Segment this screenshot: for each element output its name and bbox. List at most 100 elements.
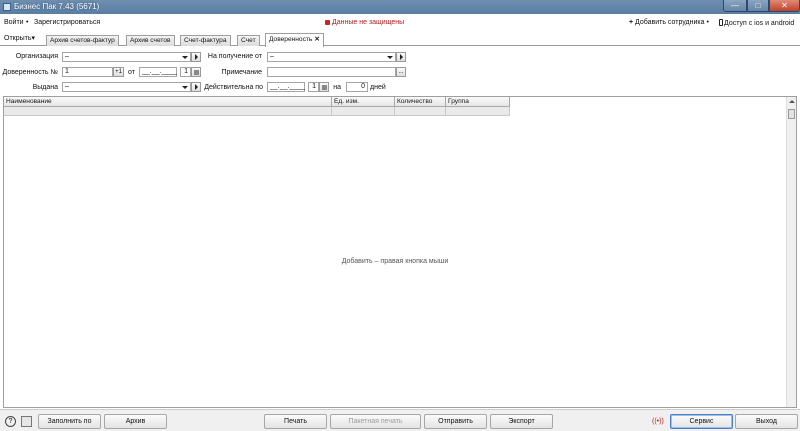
issued-open-button[interactable] bbox=[191, 82, 201, 92]
save-icon[interactable] bbox=[21, 416, 32, 427]
maximize-icon: □ bbox=[755, 1, 761, 10]
org-open-button[interactable] bbox=[191, 52, 201, 62]
title-bar: Бизнес Пак 7.43 (5671) — □ ✕ bbox=[0, 0, 800, 14]
arrow-right-icon bbox=[194, 84, 198, 90]
from-date-value: __.__.____ bbox=[142, 68, 178, 75]
fill-by-button[interactable]: Заполнить по bbox=[38, 414, 101, 429]
issued-select[interactable]: – bbox=[62, 82, 191, 92]
open-menu[interactable]: Открыть▾ bbox=[4, 34, 35, 42]
tab-bill[interactable]: Счет bbox=[237, 35, 260, 46]
close-tab-icon[interactable]: ✕ bbox=[314, 36, 320, 43]
tab-bar: Открыть▾ Архив счетов-фактур Архив счето… bbox=[0, 32, 800, 47]
menu-separator-2: • bbox=[706, 19, 709, 26]
poa-number-input[interactable]: 1 bbox=[62, 67, 113, 77]
mobile-access-label: Доступ с ios и android bbox=[724, 20, 795, 27]
table-row-cell[interactable] bbox=[332, 107, 395, 116]
poa-number-label: Доверенность № bbox=[2, 69, 58, 76]
send-button[interactable]: Отправить bbox=[424, 414, 487, 429]
valid-date-value: __.__.____ bbox=[270, 83, 306, 90]
broadcast-icon[interactable]: ((•)) bbox=[652, 418, 664, 425]
valid-until-label: Действительна по bbox=[204, 84, 263, 91]
receive-from-select[interactable]: – bbox=[267, 52, 396, 62]
arrow-right-icon bbox=[194, 54, 198, 60]
dropdown-arrow-icon bbox=[182, 56, 188, 59]
org-label: Организация bbox=[15, 53, 58, 60]
print-button[interactable]: Печать bbox=[264, 414, 327, 429]
plus-one-label: +1 bbox=[115, 69, 122, 75]
on-label: на bbox=[333, 84, 341, 91]
archive-button[interactable]: Архив bbox=[104, 414, 167, 429]
valid-date-input[interactable]: __.__.____ bbox=[267, 82, 305, 92]
tab-label: Доверенность bbox=[269, 36, 313, 43]
from-day-input[interactable]: 1 bbox=[180, 67, 191, 77]
tab-label: Архив счетов-фактур bbox=[50, 37, 115, 44]
chevron-down-icon: ▾ bbox=[31, 35, 36, 42]
org-value: – bbox=[65, 53, 69, 60]
security-warning[interactable]: Данные не защищены bbox=[325, 19, 404, 26]
days-value: 0 bbox=[361, 83, 365, 90]
exit-button[interactable]: Выход bbox=[735, 414, 798, 429]
org-select[interactable]: – bbox=[62, 52, 191, 62]
minimize-button[interactable]: — bbox=[723, 0, 747, 12]
close-icon: ✕ bbox=[781, 1, 788, 10]
calendar-icon bbox=[193, 69, 199, 75]
issued-value: – bbox=[65, 83, 69, 90]
col-header-group[interactable]: Группа bbox=[446, 97, 510, 107]
empty-table-hint: Добавить – правая кнопка мыши bbox=[341, 258, 449, 265]
tab-power-of-attorney[interactable]: Доверенность ✕ bbox=[265, 33, 324, 47]
tab-invoice[interactable]: Счет-фактура bbox=[180, 35, 231, 46]
tab-invoice-archive[interactable]: Архив счетов-фактур bbox=[46, 35, 119, 46]
days-label: дней bbox=[370, 84, 386, 91]
from-day-value: 1 bbox=[184, 68, 188, 75]
receive-from-value: – bbox=[270, 53, 274, 60]
col-header-quantity[interactable]: Количество bbox=[395, 97, 446, 107]
receive-from-open-button[interactable] bbox=[396, 52, 406, 62]
tab-bills-archive[interactable]: Архив счетов bbox=[126, 35, 175, 46]
help-icon[interactable]: ? bbox=[5, 416, 16, 427]
valid-calendar-button[interactable] bbox=[319, 82, 329, 92]
phone-icon bbox=[719, 19, 723, 26]
login-link[interactable]: Войти bbox=[4, 19, 24, 26]
dropdown-arrow-icon bbox=[182, 86, 188, 89]
minimize-icon: — bbox=[731, 1, 739, 10]
maximize-button[interactable]: □ bbox=[747, 0, 769, 12]
close-window-button[interactable]: ✕ bbox=[769, 0, 800, 12]
table-row-cell[interactable] bbox=[395, 107, 446, 116]
tab-label: Архив счетов bbox=[130, 37, 171, 44]
calendar-icon bbox=[321, 84, 327, 90]
receive-from-label: На получение от bbox=[207, 53, 262, 60]
col-header-name[interactable]: Наименование bbox=[4, 97, 332, 107]
table-row-cell[interactable] bbox=[446, 107, 510, 116]
scrollbar-thumb[interactable] bbox=[788, 109, 795, 119]
lock-icon bbox=[325, 20, 330, 25]
mobile-access-link[interactable]: Доступ с ios и android bbox=[719, 19, 794, 27]
arrow-right-icon bbox=[399, 54, 403, 60]
bottom-toolbar: ? Заполнить по Архив Печать Пакетная печ… bbox=[0, 409, 800, 431]
add-employee-label: Добавить сотрудника bbox=[635, 19, 705, 26]
tab-label: Счет bbox=[241, 37, 256, 44]
export-button[interactable]: Экспорт bbox=[490, 414, 553, 429]
increment-number-button[interactable]: +1 bbox=[113, 67, 124, 77]
vertical-scrollbar[interactable] bbox=[786, 97, 796, 407]
scroll-up-icon[interactable] bbox=[789, 100, 795, 103]
note-input[interactable] bbox=[267, 67, 396, 77]
note-ellipsis-button[interactable]: ... bbox=[396, 67, 406, 77]
items-table[interactable]: Наименование Ед. изм. Количество Группа … bbox=[3, 96, 797, 408]
table-row-cell[interactable] bbox=[4, 107, 332, 116]
add-employee-link[interactable]: + Добавить сотрудника • bbox=[629, 19, 709, 26]
days-input[interactable]: 0 bbox=[346, 82, 368, 92]
batch-print-button[interactable]: Пакетная печать bbox=[330, 414, 421, 429]
service-button[interactable]: Сервис bbox=[670, 414, 733, 429]
from-label: от bbox=[128, 69, 135, 76]
poa-number-value: 1 bbox=[65, 68, 69, 75]
window-title: Бизнес Пак 7.43 (5671) bbox=[14, 2, 100, 11]
note-label: Примечание bbox=[221, 69, 262, 76]
from-date-input[interactable]: __.__.____ bbox=[139, 67, 177, 77]
register-link[interactable]: Зарегистрироваться bbox=[34, 19, 100, 26]
calendar-button[interactable] bbox=[191, 67, 201, 77]
app-icon bbox=[3, 3, 11, 11]
plus-icon: + bbox=[629, 19, 634, 26]
col-header-unit[interactable]: Ед. изм. bbox=[332, 97, 395, 107]
valid-day-input[interactable]: 1 bbox=[308, 82, 319, 92]
valid-day-value: 1 bbox=[312, 83, 316, 90]
